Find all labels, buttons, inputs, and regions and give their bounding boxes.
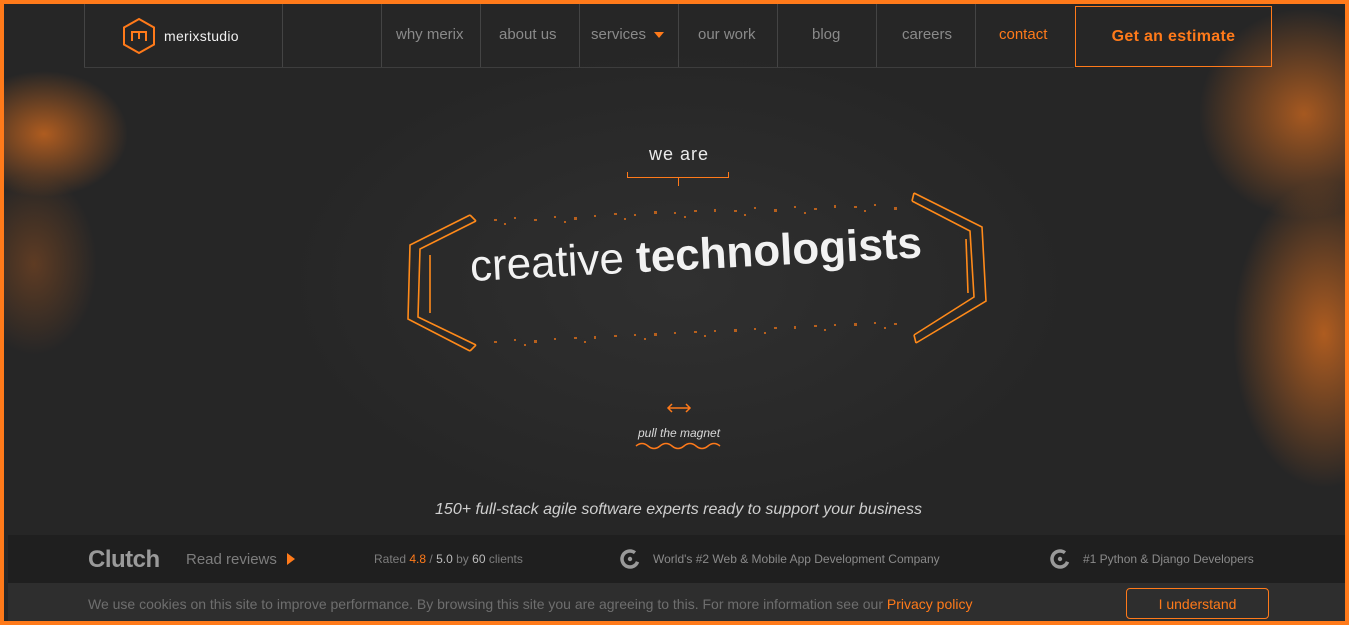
grid-divider: [777, 4, 778, 68]
nav-services[interactable]: services: [591, 26, 665, 43]
caret-down-icon: [654, 32, 665, 39]
grid-divider: [282, 4, 283, 68]
nav-about-us[interactable]: about us: [499, 26, 557, 43]
award-web-mobile: World's #2 Web & Mobile App Development …: [653, 552, 940, 566]
hero-tagline: 150+ full-stack agile software experts r…: [435, 501, 922, 518]
clutch-c-icon: [620, 549, 640, 569]
play-arrow-icon[interactable]: [287, 553, 295, 565]
kicker-tick: [678, 178, 679, 186]
rating-max: 5.0: [436, 552, 453, 566]
grid-divider: [579, 4, 580, 68]
logo[interactable]: merixstudio: [122, 17, 239, 55]
read-reviews-link[interactable]: Read reviews: [186, 551, 277, 568]
privacy-policy-link[interactable]: Privacy policy: [887, 596, 973, 612]
nav-blog[interactable]: blog: [812, 26, 840, 43]
rated-prefix: Rated: [374, 552, 407, 566]
rating-by: by: [456, 552, 469, 566]
grid-divider: [84, 4, 85, 68]
header: merixstudio why merix about us services …: [4, 4, 1345, 68]
logo-hexagon-icon: [123, 17, 155, 55]
award-python-django: #1 Python & Django Developers: [1083, 552, 1254, 566]
nav-why-merix[interactable]: why merix: [396, 26, 464, 43]
cookie-accept-button[interactable]: I understand: [1126, 588, 1269, 619]
nav-our-work[interactable]: our work: [698, 26, 756, 43]
rating-value: 4.8: [409, 552, 427, 566]
grid-divider: [480, 4, 481, 68]
rating-summary: Rated 4.8 / 5.0 by 60 clients: [374, 552, 523, 566]
clutch-c-icon: [1050, 549, 1070, 569]
get-estimate-button[interactable]: Get an estimate: [1075, 6, 1272, 67]
grid-divider: [678, 4, 679, 68]
nav-services-label: services: [591, 26, 647, 43]
headline-light: creative: [468, 233, 626, 291]
double-arrow-icon: [666, 403, 692, 413]
grid-divider: [381, 4, 382, 68]
header-baseline: [84, 67, 1074, 68]
clients-count: 60: [472, 552, 486, 566]
hero-kicker: we are: [648, 144, 710, 164]
grid-divider: [876, 4, 877, 68]
rating-sep: /: [429, 552, 433, 566]
page-frame: merixstudio why merix about us services …: [0, 0, 1349, 625]
clutch-logo[interactable]: Clutch: [88, 546, 160, 574]
clients-label: clients: [488, 552, 523, 566]
pull-magnet-hint: pull the magnet: [637, 426, 721, 440]
cookie-banner: We use cookies on this site to improve p…: [8, 583, 1345, 621]
grid-divider: [975, 4, 976, 68]
nav-contact[interactable]: contact: [999, 26, 1047, 43]
reviews-bar: Clutch Read reviews Rated 4.8 / 5.0 by 6…: [8, 535, 1345, 583]
logo-wordmark: merixstudio: [164, 28, 239, 44]
wave-underline: [635, 442, 721, 450]
nav-careers[interactable]: careers: [902, 26, 952, 43]
cookie-message: We use cookies on this site to improve p…: [88, 596, 972, 612]
cookie-text: We use cookies on this site to improve p…: [88, 596, 883, 612]
